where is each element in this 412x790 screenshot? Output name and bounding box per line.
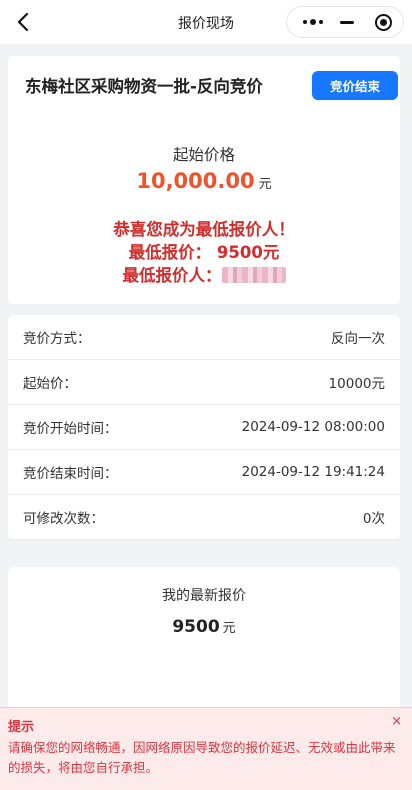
detail-value: 2024-09-12 08:00:00 [241, 419, 385, 435]
detail-value: 反向一次 [331, 331, 385, 347]
auction-summary-card: 东梅社区采购物资一批-反向竞价 竞价结束 起始价格 10,000.00 元 恭喜您… [8, 56, 400, 304]
lowest-bidder-label: 最低报价人： [122, 266, 222, 285]
lowest-bid-value: 9500元 [216, 243, 280, 262]
my-bid-unit: 元 [222, 621, 236, 636]
close-miniprogram-button[interactable] [363, 7, 403, 37]
target-icon [374, 13, 392, 31]
detail-label: 竞价开始时间： [23, 421, 118, 437]
lowest-bidder-line: 最低报价人： [8, 264, 400, 287]
auction-details-card: 竞价方式： 反向一次 起始价： 10000元 竞价开始时间： 2024-09-1… [8, 315, 400, 540]
start-price: 10,000.00 元 [8, 169, 400, 193]
congrats-block: 恭喜您成为最低报价人！ 最低报价： 9500元 最低报价人： [8, 218, 400, 287]
my-bid-card: 我的最新报价 9500 元 [8, 567, 400, 717]
detail-label: 可修改次数： [23, 511, 104, 527]
congrats-text: 恭喜您成为最低报价人！ [113, 220, 295, 239]
my-bid: 9500 元 [8, 617, 400, 637]
close-icon[interactable]: × [391, 714, 402, 729]
detail-row-start-price: 起始价： 10000元 [8, 360, 400, 405]
nav-bar: 报价现场 [0, 0, 412, 44]
detail-row-end-time: 竞价结束时间： 2024-09-12 19:41:24 [8, 450, 400, 495]
detail-value: 10000元 [328, 376, 385, 392]
minimize-button[interactable] [327, 7, 367, 37]
my-bid-label: 我的最新报价 [162, 588, 246, 604]
detail-row-modify-count: 可修改次数： 0次 [8, 495, 400, 540]
minus-icon [340, 20, 354, 24]
mini-program-capsule [286, 6, 404, 38]
lowest-bid-label: 最低报价： [128, 243, 212, 262]
lowest-bid-line: 最低报价： 9500元 [8, 241, 400, 264]
detail-value: 0次 [362, 511, 385, 527]
detail-label: 竞价方式： [23, 331, 91, 347]
auction-status-button[interactable]: 竞价结束 [312, 71, 398, 100]
notice-title: 提示 [8, 720, 35, 735]
more-dots-icon [303, 18, 323, 25]
network-notice: 提示 请确保您的网络畅通，因网络原因导致您的报价延迟、无效或由此带来的损失，将由… [0, 707, 412, 790]
my-bid-value: 9500 [172, 617, 220, 637]
detail-value: 2024-09-12 19:41:24 [241, 464, 385, 480]
start-price-unit: 元 [258, 177, 272, 192]
detail-row-method: 竞价方式： 反向一次 [8, 315, 400, 360]
lowest-bidder-name-redacted [221, 267, 286, 283]
start-price-label: 起始价格 [172, 146, 235, 164]
auction-title: 东梅社区采购物资一批-反向竞价 [25, 77, 263, 96]
detail-label: 起始价： [23, 376, 77, 392]
start-price-value: 10,000.00 [136, 169, 255, 193]
detail-row-start-time: 竞价开始时间： 2024-09-12 08:00:00 [8, 405, 400, 450]
detail-label: 竞价结束时间： [23, 466, 118, 482]
notice-text: 请确保您的网络畅通，因网络原因导致您的报价延迟、无效或由此带来的损失，将由您自行… [8, 740, 396, 775]
